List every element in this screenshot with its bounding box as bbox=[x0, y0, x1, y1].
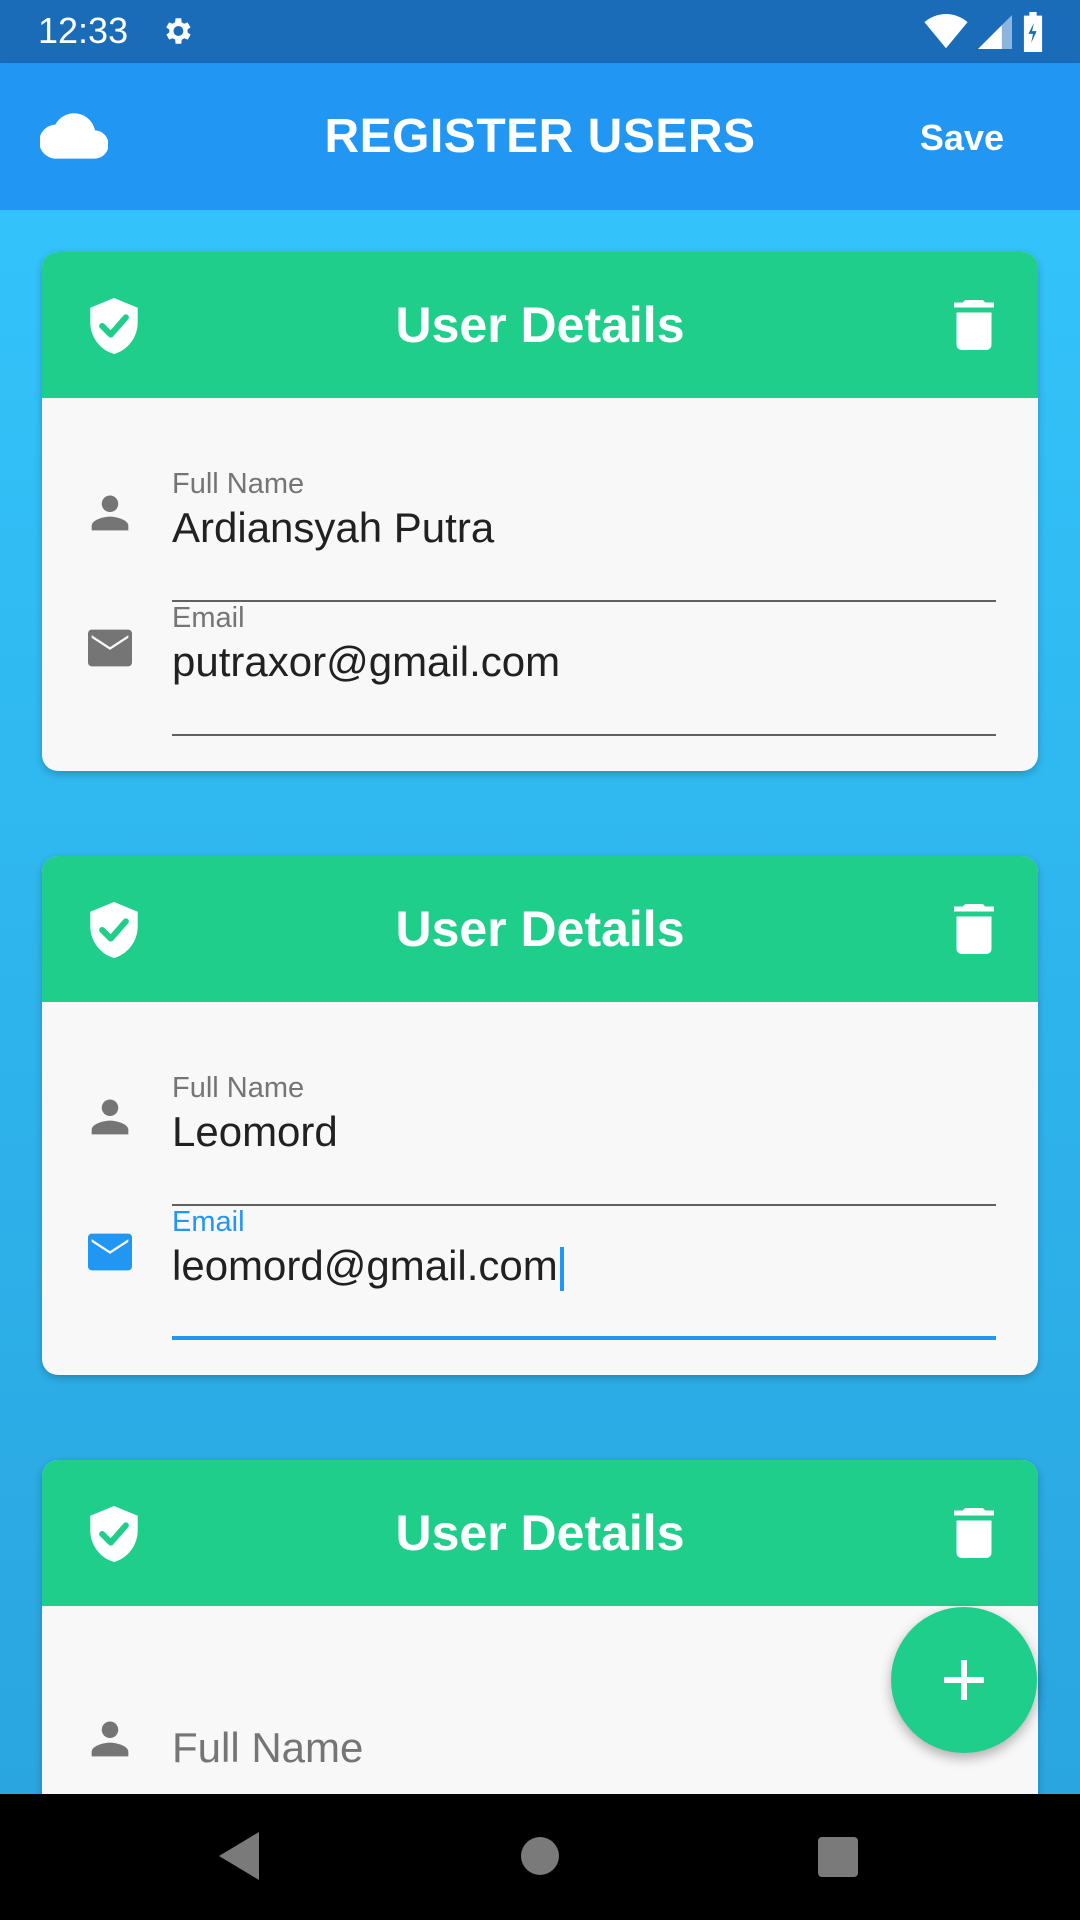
card-title: User Details bbox=[395, 901, 685, 957]
full-name-label: Full Name bbox=[172, 1072, 305, 1104]
full-name-field[interactable]: Full Name Ardiansyah Putra bbox=[91, 468, 996, 602]
home-icon[interactable] bbox=[521, 1837, 559, 1875]
email-label: Email bbox=[172, 602, 245, 634]
user-card: User Details Full Name Ardiansyah Putra … bbox=[42, 252, 1038, 771]
full-name-field[interactable]: Full Name Leomord bbox=[91, 1072, 996, 1206]
user-card: User Details Full Name bbox=[42, 1460, 1038, 1794]
field-underline-focused bbox=[172, 1336, 996, 1340]
email-input[interactable]: leomord@gmail.com bbox=[172, 1242, 564, 1291]
user-card: User Details Full Name Leomord Email leo… bbox=[42, 856, 1038, 1375]
recents-icon[interactable] bbox=[818, 1837, 858, 1877]
signal-icon bbox=[978, 15, 1012, 49]
card-title: User Details bbox=[395, 1505, 685, 1561]
back-icon[interactable] bbox=[218, 1832, 260, 1880]
user-list[interactable]: User Details Full Name Ardiansyah Putra … bbox=[0, 210, 1080, 1794]
page-title: REGISTER USERS bbox=[324, 110, 756, 163]
full-name-label: Full Name bbox=[172, 468, 305, 500]
status-icons bbox=[924, 12, 1044, 52]
trash-icon[interactable] bbox=[954, 904, 994, 954]
card-title: User Details bbox=[395, 297, 685, 353]
full-name-input[interactable]: Leomord bbox=[172, 1108, 338, 1156]
email-icon bbox=[88, 1233, 132, 1271]
wifi-icon bbox=[924, 14, 968, 49]
person-icon bbox=[91, 1721, 129, 1757]
full-name-input[interactable]: Full Name bbox=[172, 1724, 363, 1772]
person-icon bbox=[91, 495, 129, 531]
card-header: User Details bbox=[42, 1460, 1038, 1606]
email-field[interactable]: Email putraxor@gmail.com bbox=[88, 602, 996, 736]
card-header: User Details bbox=[42, 252, 1038, 398]
full-name-field[interactable]: Full Name bbox=[91, 1676, 996, 1794]
text-cursor bbox=[559, 1246, 564, 1291]
gear-icon bbox=[166, 18, 191, 44]
add-user-button[interactable] bbox=[891, 1607, 1037, 1753]
status-bar: 12:33 bbox=[0, 0, 1080, 63]
plus-icon bbox=[944, 1660, 984, 1700]
trash-icon[interactable] bbox=[954, 300, 994, 350]
app-bar: REGISTER USERS Save bbox=[0, 63, 1080, 210]
email-input-text: leomord@gmail.com bbox=[172, 1242, 558, 1289]
status-time: 12:33 bbox=[38, 10, 129, 51]
email-input[interactable]: putraxor@gmail.com bbox=[172, 638, 560, 686]
field-underline bbox=[172, 734, 996, 736]
card-header: User Details bbox=[42, 856, 1038, 1002]
battery-icon bbox=[1023, 12, 1043, 52]
full-name-input[interactable]: Ardiansyah Putra bbox=[172, 504, 494, 552]
person-icon bbox=[91, 1099, 129, 1135]
save-button[interactable]: Save bbox=[920, 117, 1004, 159]
navigation-bar bbox=[0, 1794, 1080, 1920]
email-field[interactable]: Email leomord@gmail.com bbox=[88, 1206, 996, 1340]
email-icon bbox=[88, 629, 132, 667]
trash-icon[interactable] bbox=[954, 1508, 994, 1558]
email-label: Email bbox=[172, 1206, 245, 1238]
